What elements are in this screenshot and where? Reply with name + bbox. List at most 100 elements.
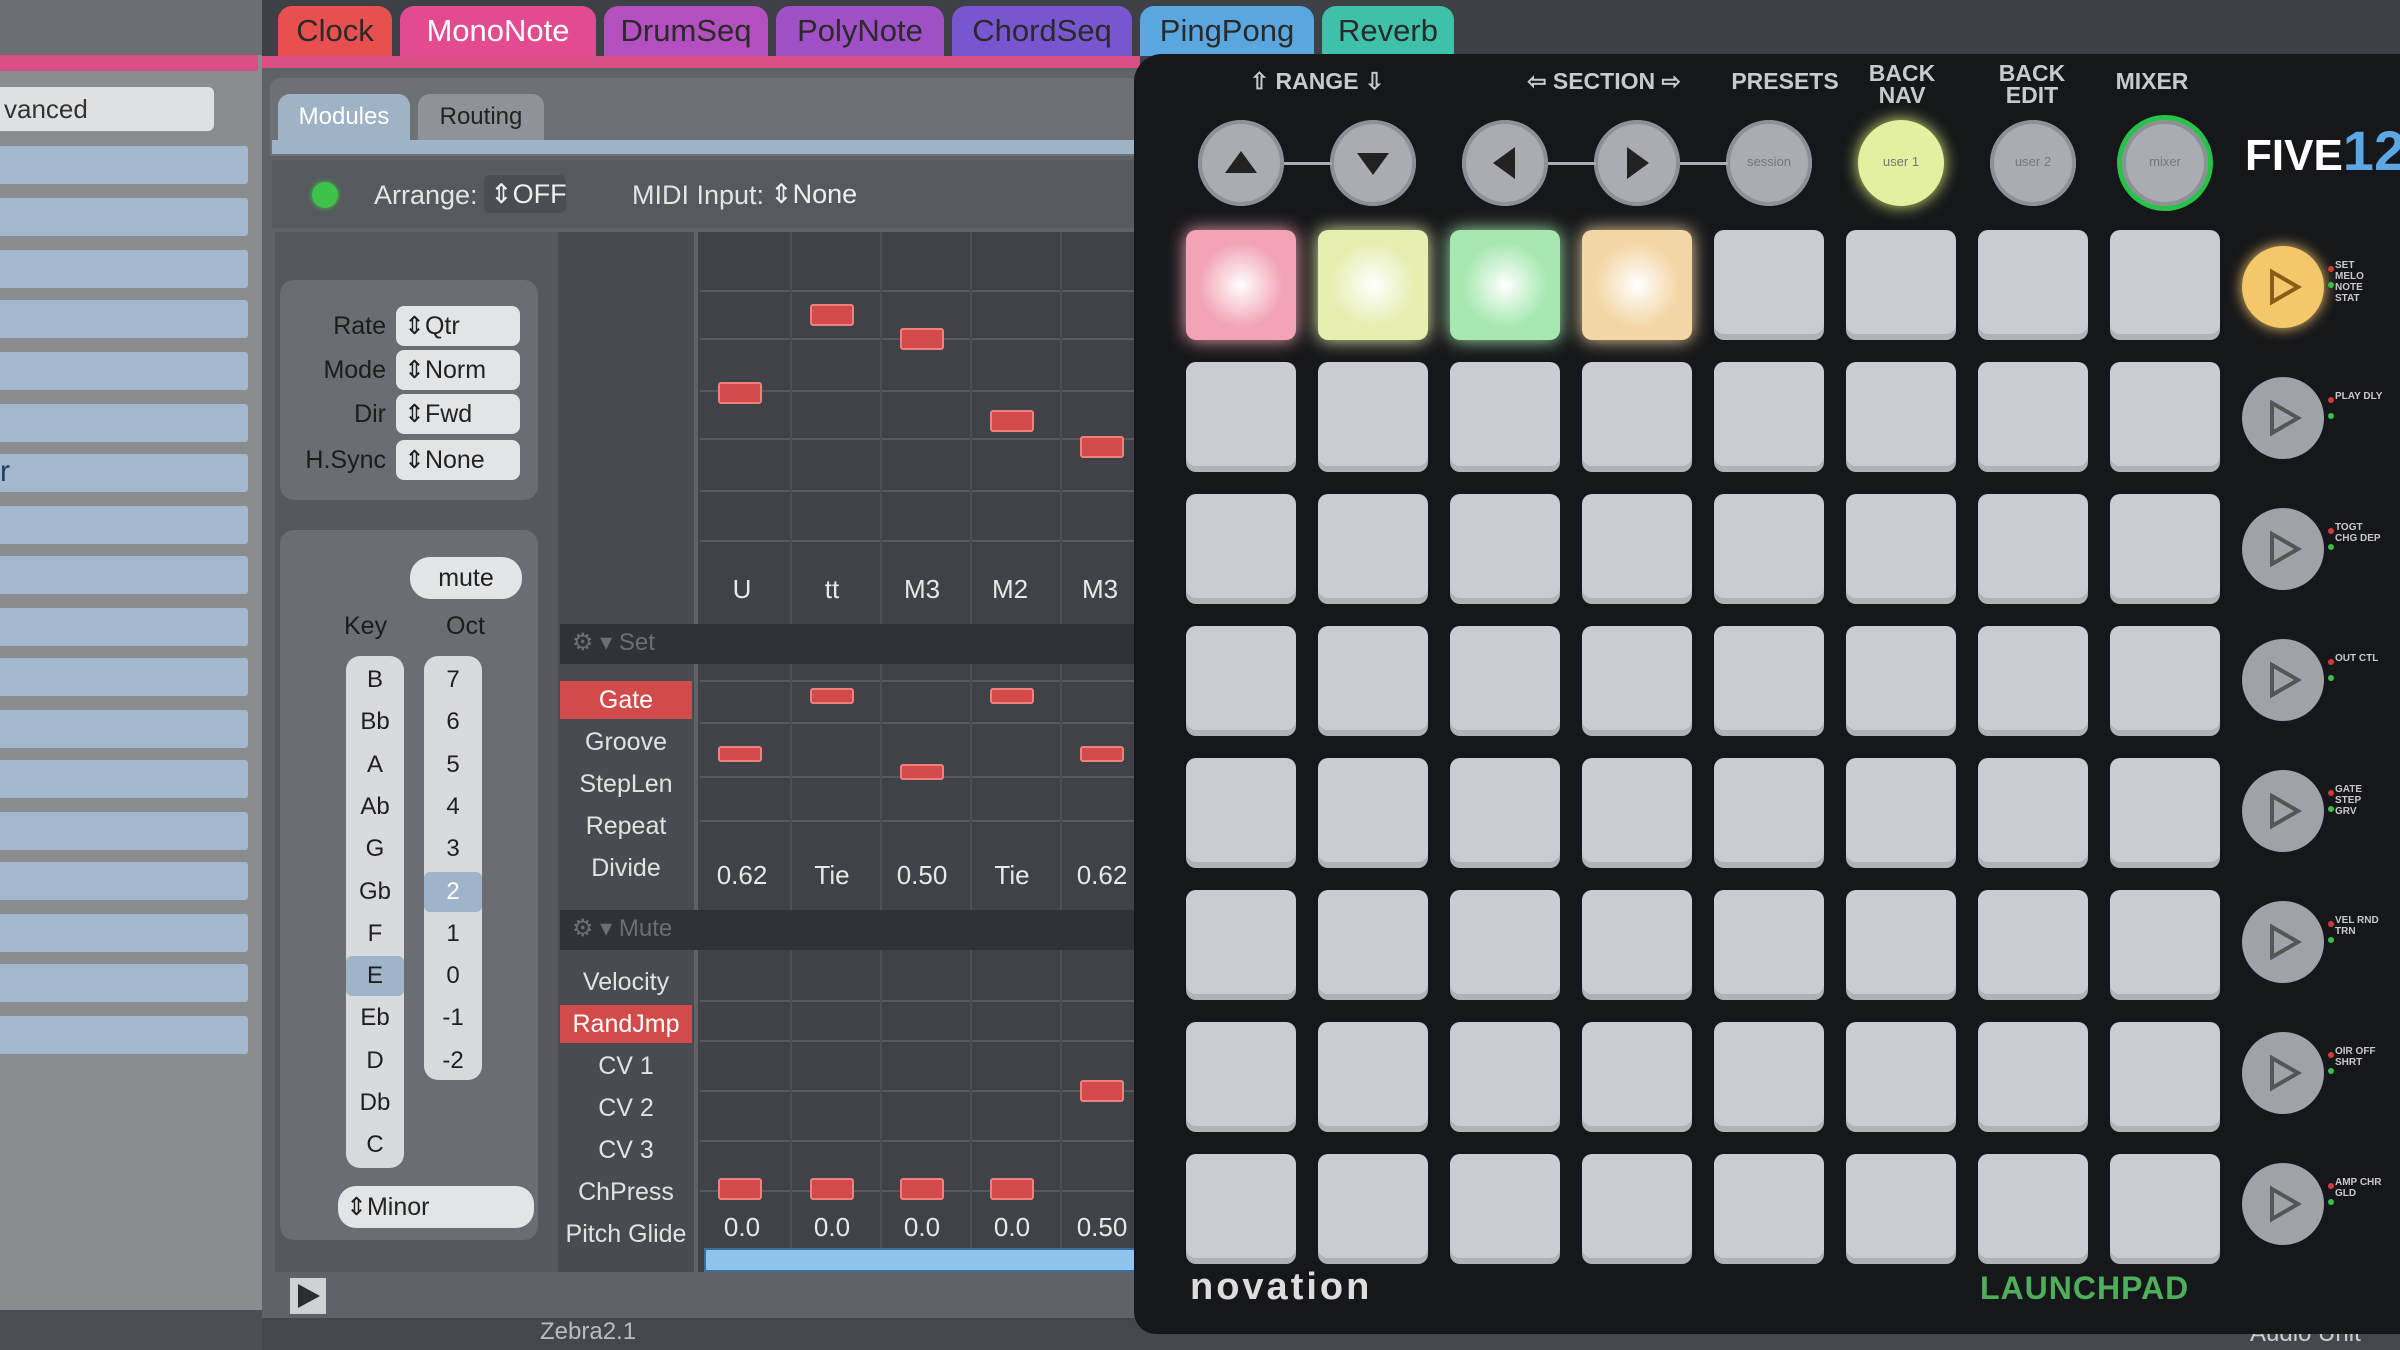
pad-r5-c7[interactable] xyxy=(2110,890,2220,1000)
mute-row-label[interactable]: ⚙ ▾ Mute xyxy=(572,914,672,943)
pad-r1-c5[interactable] xyxy=(1846,362,1956,472)
octave-item[interactable]: 0 xyxy=(424,956,482,996)
pad-r0-c6[interactable] xyxy=(1978,230,2088,340)
pad-r3-c0[interactable] xyxy=(1186,626,1296,736)
param-select-rate[interactable]: ⇕Qtr xyxy=(396,306,520,346)
param-select-hsync[interactable]: ⇕None xyxy=(396,440,520,480)
pad-r2-c3[interactable] xyxy=(1582,494,1692,604)
pad-r6-c5[interactable] xyxy=(1846,1022,1956,1132)
pad-r7-c1[interactable] xyxy=(1318,1154,1428,1264)
browser-row[interactable] xyxy=(0,198,248,236)
step-note[interactable] xyxy=(1080,1080,1124,1102)
scene-button-3[interactable] xyxy=(2242,508,2324,590)
mixer-button[interactable]: mixer xyxy=(2122,120,2208,206)
browser-row[interactable] xyxy=(0,506,248,544)
pad-r6-c2[interactable] xyxy=(1450,1022,1560,1132)
pad-r1-c0[interactable] xyxy=(1186,362,1296,472)
step-note[interactable] xyxy=(900,1178,944,1200)
pad-r7-c2[interactable] xyxy=(1450,1154,1560,1264)
up-arrow-button[interactable] xyxy=(1198,120,1284,206)
pad-r4-c6[interactable] xyxy=(1978,758,2088,868)
pad-r5-c0[interactable] xyxy=(1186,890,1296,1000)
octave-item[interactable]: 2 xyxy=(424,871,482,912)
browser-row[interactable] xyxy=(0,862,248,900)
browser-row[interactable] xyxy=(0,914,248,952)
step-note[interactable] xyxy=(1080,436,1124,458)
pad-r2-c0[interactable] xyxy=(1186,494,1296,604)
step-note[interactable] xyxy=(810,304,854,326)
pad-r1-c2[interactable] xyxy=(1450,362,1560,472)
browser-row[interactable] xyxy=(0,146,248,184)
scene-button-2[interactable] xyxy=(2242,377,2324,459)
pad-r2-c1[interactable] xyxy=(1318,494,1428,604)
pad-r1-c7[interactable] xyxy=(2110,362,2220,472)
browser-row[interactable] xyxy=(0,608,248,646)
right-arrow-button[interactable] xyxy=(1594,120,1680,206)
scene-button-7[interactable] xyxy=(2242,1032,2324,1114)
lane-chpress[interactable]: ChPress xyxy=(560,1173,692,1211)
lane-divide[interactable]: Divide xyxy=(560,849,692,887)
pad-r5-c3[interactable] xyxy=(1582,890,1692,1000)
lane-gate[interactable]: Gate xyxy=(560,681,692,719)
pad-r1-c3[interactable] xyxy=(1582,362,1692,472)
lane-cv-1[interactable]: CV 1 xyxy=(560,1047,692,1085)
scene-button-1[interactable] xyxy=(2242,246,2324,328)
pad-r7-c6[interactable] xyxy=(1978,1154,2088,1264)
pad-r4-c3[interactable] xyxy=(1582,758,1692,868)
browser-search-field[interactable]: vanced xyxy=(0,87,214,131)
tab-drumseq[interactable]: DrumSeq xyxy=(604,6,768,56)
pad-r6-c6[interactable] xyxy=(1978,1022,2088,1132)
user-2-button[interactable]: user 2 xyxy=(1990,120,2076,206)
step-note[interactable] xyxy=(1080,746,1124,762)
lane-pitch-glide[interactable]: Pitch Glide xyxy=(560,1215,692,1253)
user-1-button[interactable]: user 1 xyxy=(1858,120,1944,206)
pad-r1-c4[interactable] xyxy=(1714,362,1824,472)
key-item[interactable]: Ab xyxy=(346,787,404,827)
browser-row[interactable] xyxy=(0,300,248,338)
key-item[interactable]: F xyxy=(346,914,404,954)
pad-r2-c7[interactable] xyxy=(2110,494,2220,604)
down-arrow-button[interactable] xyxy=(1330,120,1416,206)
pad-r2-c5[interactable] xyxy=(1846,494,1956,604)
param-select-mode[interactable]: ⇕Norm xyxy=(396,350,520,390)
lane-randjmp[interactable]: RandJmp xyxy=(560,1005,692,1043)
step-note[interactable] xyxy=(810,688,854,704)
octave-item[interactable]: 5 xyxy=(424,745,482,785)
scene-button-6[interactable] xyxy=(2242,901,2324,983)
scene-button-4[interactable] xyxy=(2242,639,2324,721)
scene-button-8[interactable] xyxy=(2242,1163,2324,1245)
pad-r4-c7[interactable] xyxy=(2110,758,2220,868)
pad-r3-c6[interactable] xyxy=(1978,626,2088,736)
midi-input-select[interactable]: ⇕None xyxy=(764,175,864,213)
pad-r1-c6[interactable] xyxy=(1978,362,2088,472)
key-item[interactable]: Eb xyxy=(346,998,404,1038)
pad-r0-c3[interactable] xyxy=(1582,230,1692,340)
browser-row[interactable] xyxy=(0,454,248,492)
step-note[interactable] xyxy=(810,1178,854,1200)
param-select-dir[interactable]: ⇕Fwd xyxy=(396,394,520,434)
mute-button[interactable]: mute xyxy=(410,557,522,599)
browser-row[interactable] xyxy=(0,710,248,748)
browser-row[interactable] xyxy=(0,404,248,442)
pad-r4-c2[interactable] xyxy=(1450,758,1560,868)
key-item[interactable]: B xyxy=(346,660,404,700)
lane-cv-3[interactable]: CV 3 xyxy=(560,1131,692,1169)
octave-item[interactable]: 7 xyxy=(424,660,482,700)
browser-row[interactable] xyxy=(0,812,248,850)
octave-item[interactable]: 3 xyxy=(424,829,482,869)
position-bar[interactable] xyxy=(704,1248,1140,1272)
step-note[interactable] xyxy=(990,410,1034,432)
pad-r0-c4[interactable] xyxy=(1714,230,1824,340)
pad-r3-c5[interactable] xyxy=(1846,626,1956,736)
pad-r3-c1[interactable] xyxy=(1318,626,1428,736)
step-note[interactable] xyxy=(990,1178,1034,1200)
pad-r6-c4[interactable] xyxy=(1714,1022,1824,1132)
pad-r5-c4[interactable] xyxy=(1714,890,1824,1000)
pad-r1-c1[interactable] xyxy=(1318,362,1428,472)
browser-row[interactable] xyxy=(0,352,248,390)
key-item[interactable]: Db xyxy=(346,1083,404,1123)
pad-r7-c4[interactable] xyxy=(1714,1154,1824,1264)
key-item[interactable]: A xyxy=(346,745,404,785)
step-note[interactable] xyxy=(718,746,762,762)
play-button[interactable] xyxy=(290,1278,326,1314)
